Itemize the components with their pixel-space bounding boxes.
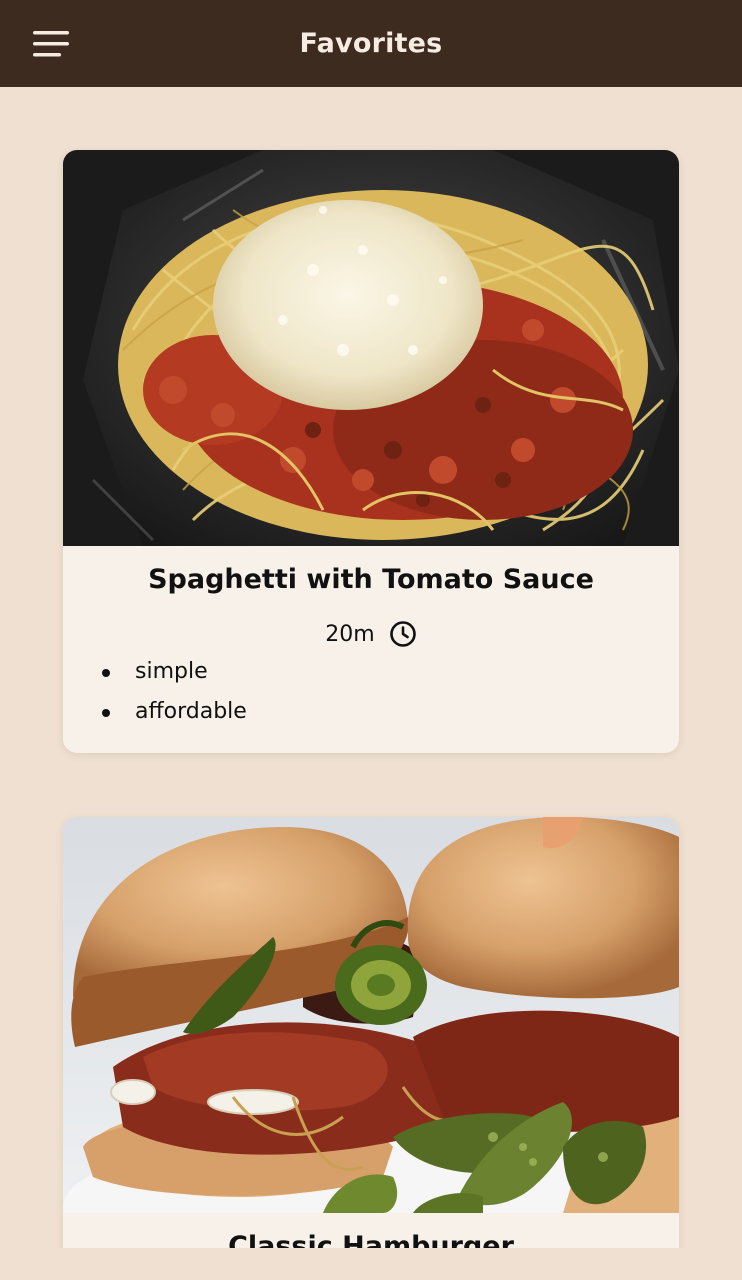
meal-image [63,817,679,1213]
meal-card[interactable]: Classic Hamburger [63,817,679,1248]
meal-title: Spaghetti with Tomato Sauce [148,564,594,595]
clock-icon [389,620,417,648]
page-title: Favorites [299,28,443,59]
meal-tag: affordable [99,692,247,732]
meal-card[interactable]: Spaghetti with Tomato Sauce 20m simple a… [63,150,679,753]
duration-row: 20m [63,617,679,651]
meal-tags: simple affordable [99,652,247,732]
meal-tag: simple [99,652,247,692]
meal-title: Classic Hamburger [228,1231,514,1248]
hamburger-menu-icon [30,28,72,60]
meal-image [63,150,679,546]
favorites-screen: Favorites Spaghetti with Tomato Sauce 20… [0,0,742,1280]
bottom-safe-area [0,1248,742,1280]
menu-button[interactable] [30,28,72,60]
favorites-list[interactable]: Spaghetti with Tomato Sauce 20m simple a… [0,87,742,1248]
meal-duration: 20m [325,621,375,647]
app-header: Favorites [0,0,742,87]
